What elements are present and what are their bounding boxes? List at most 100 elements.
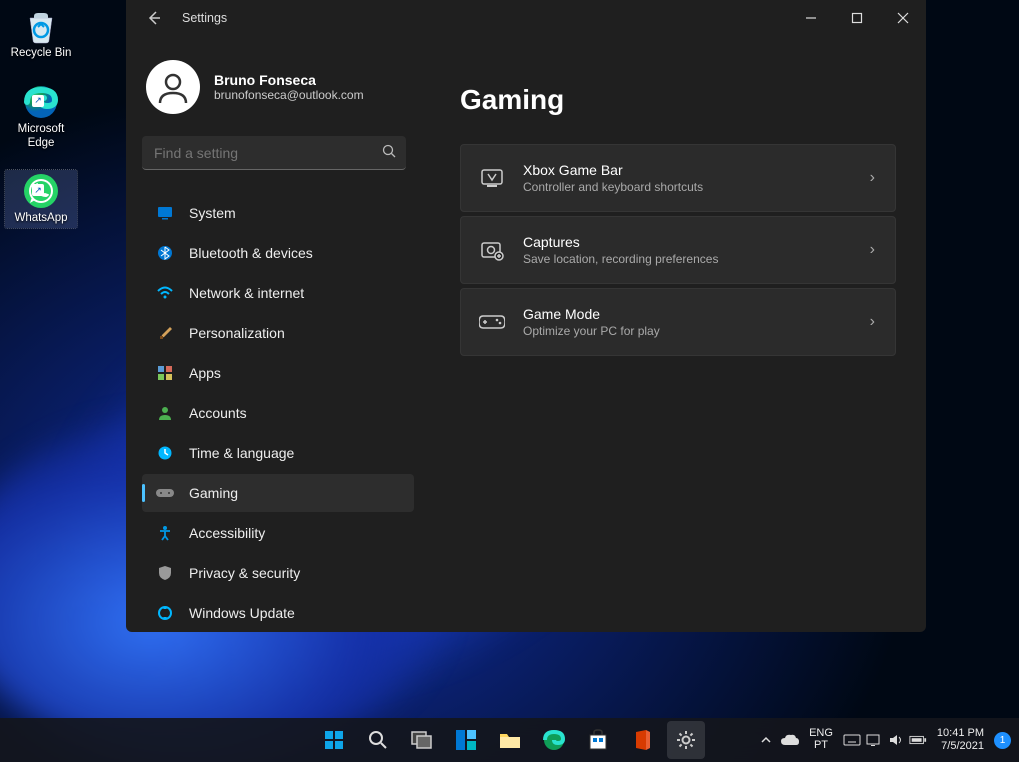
- office-button[interactable]: [623, 721, 661, 759]
- settings-window: Settings Bruno Fonseca brunofonseca@outl…: [126, 0, 926, 632]
- tray-chevron-up-icon[interactable]: [757, 731, 775, 749]
- nav-item-apps[interactable]: Apps: [142, 354, 414, 392]
- clock-date: 7/5/2021: [941, 740, 984, 753]
- card-title: Xbox Game Bar: [523, 162, 870, 178]
- task-view-button[interactable]: [403, 721, 441, 759]
- battery-tray-icon[interactable]: [909, 731, 927, 749]
- card-xbox-game-bar[interactable]: Xbox Game Bar Controller and keyboard sh…: [460, 144, 896, 212]
- nav-item-privacy[interactable]: Privacy & security: [142, 554, 414, 592]
- gaming-icon: [156, 484, 174, 502]
- store-button[interactable]: [579, 721, 617, 759]
- card-title: Captures: [523, 234, 870, 250]
- nav: System Bluetooth & devices Network & int…: [142, 194, 414, 632]
- taskbar-search-button[interactable]: [359, 721, 397, 759]
- nav-item-time-language[interactable]: Time & language: [142, 434, 414, 472]
- nav-label: System: [189, 205, 236, 221]
- edge-taskbar-button[interactable]: [535, 721, 573, 759]
- nav-label: Bluetooth & devices: [189, 245, 313, 261]
- notification-count: 1: [1000, 735, 1006, 746]
- bluetooth-icon: [156, 244, 174, 262]
- nav-item-personalization[interactable]: Personalization: [142, 314, 414, 352]
- account-name: Bruno Fonseca: [214, 72, 364, 88]
- nav-item-system[interactable]: System: [142, 194, 414, 232]
- desktop-icon-label: Microsoft Edge: [5, 123, 77, 151]
- shield-icon: [156, 564, 174, 582]
- widgets-button[interactable]: [447, 721, 485, 759]
- captures-icon: [479, 237, 505, 263]
- nav-label: Accessibility: [189, 525, 265, 541]
- taskbar-clock[interactable]: 10:41 PM 7/5/2021: [933, 727, 988, 752]
- window-controls: [788, 0, 926, 36]
- nav-label: Time & language: [189, 445, 294, 461]
- system-icon: [156, 204, 174, 222]
- lang-line2: PT: [814, 740, 828, 752]
- nav-label: Personalization: [189, 325, 285, 341]
- apps-icon: [156, 364, 174, 382]
- card-game-mode[interactable]: Game Mode Optimize your PC for play ›: [460, 288, 896, 356]
- clock-icon: [156, 444, 174, 462]
- person-icon: [156, 404, 174, 422]
- nav-label: Network & internet: [189, 285, 304, 301]
- avatar: [146, 60, 200, 114]
- nav-item-network[interactable]: Network & internet: [142, 274, 414, 312]
- card-subtitle: Optimize your PC for play: [523, 324, 870, 338]
- card-captures[interactable]: Captures Save location, recording prefer…: [460, 216, 896, 284]
- close-button[interactable]: [880, 0, 926, 36]
- recycle-bin-icon: [22, 7, 60, 45]
- nav-item-bluetooth[interactable]: Bluetooth & devices: [142, 234, 414, 272]
- taskbar-center: [315, 721, 705, 759]
- desktop-icon-label: WhatsApp: [14, 212, 67, 226]
- nav-label: Gaming: [189, 485, 238, 501]
- notifications-button[interactable]: 1: [994, 732, 1011, 749]
- system-tray: ENG PT 10:41 PM 7/5/2021 1: [757, 727, 1019, 752]
- card-title: Game Mode: [523, 306, 870, 322]
- settings-taskbar-button[interactable]: [667, 721, 705, 759]
- minimize-button[interactable]: [788, 0, 834, 36]
- maximize-button[interactable]: [834, 0, 880, 36]
- shortcut-overlay-icon: ↗: [32, 95, 44, 107]
- nav-item-windows-update[interactable]: Windows Update: [142, 594, 414, 632]
- search-icon[interactable]: [382, 144, 396, 158]
- chevron-right-icon: ›: [870, 313, 875, 331]
- page-title: Gaming: [460, 84, 896, 116]
- onedrive-icon[interactable]: [781, 731, 799, 749]
- nav-item-accessibility[interactable]: Accessibility: [142, 514, 414, 552]
- accessibility-icon: [156, 524, 174, 542]
- account-block[interactable]: Bruno Fonseca brunofonseca@outlook.com: [146, 60, 414, 114]
- account-email: brunofonseca@outlook.com: [214, 88, 364, 102]
- wifi-icon: [156, 284, 174, 302]
- start-button[interactable]: [315, 721, 353, 759]
- sidebar: Bruno Fonseca brunofonseca@outlook.com S…: [126, 36, 424, 632]
- keyboard-icon[interactable]: [843, 731, 861, 749]
- main-content: Gaming Xbox Game Bar Controller and keyb…: [424, 36, 926, 632]
- game-mode-icon: [479, 309, 505, 335]
- volume-tray-icon[interactable]: [887, 731, 905, 749]
- card-subtitle: Save location, recording preferences: [523, 252, 870, 266]
- nav-label: Windows Update: [189, 605, 295, 621]
- xbox-game-bar-icon: [479, 165, 505, 191]
- nav-item-gaming[interactable]: Gaming: [142, 474, 414, 512]
- shortcut-overlay-icon: ↗: [32, 184, 44, 196]
- chevron-right-icon: ›: [870, 241, 875, 259]
- nav-label: Apps: [189, 365, 221, 381]
- brush-icon: [156, 324, 174, 342]
- chevron-right-icon: ›: [870, 169, 875, 187]
- nav-label: Privacy & security: [189, 565, 300, 581]
- file-explorer-button[interactable]: [491, 721, 529, 759]
- back-button[interactable]: [144, 8, 164, 28]
- titlebar[interactable]: Settings: [126, 0, 926, 36]
- desktop-icon-edge[interactable]: ↗ Microsoft Edge: [5, 81, 77, 153]
- search-input[interactable]: [142, 136, 406, 170]
- language-indicator[interactable]: ENG PT: [805, 728, 837, 751]
- desktop-icons: Recycle Bin ↗ Microsoft Edge ↗ WhatsApp: [5, 5, 77, 228]
- desktop-icon-whatsapp[interactable]: ↗ WhatsApp: [5, 170, 77, 228]
- search-box: [142, 136, 414, 170]
- taskbar: ENG PT 10:41 PM 7/5/2021 1: [0, 718, 1019, 762]
- network-tray-icon[interactable]: [865, 731, 883, 749]
- update-icon: [156, 604, 174, 622]
- desktop-icon-label: Recycle Bin: [11, 47, 72, 61]
- nav-item-accounts[interactable]: Accounts: [142, 394, 414, 432]
- clock-time: 10:41 PM: [937, 727, 984, 740]
- desktop-icon-recycle-bin[interactable]: Recycle Bin: [5, 5, 77, 63]
- card-subtitle: Controller and keyboard shortcuts: [523, 180, 870, 194]
